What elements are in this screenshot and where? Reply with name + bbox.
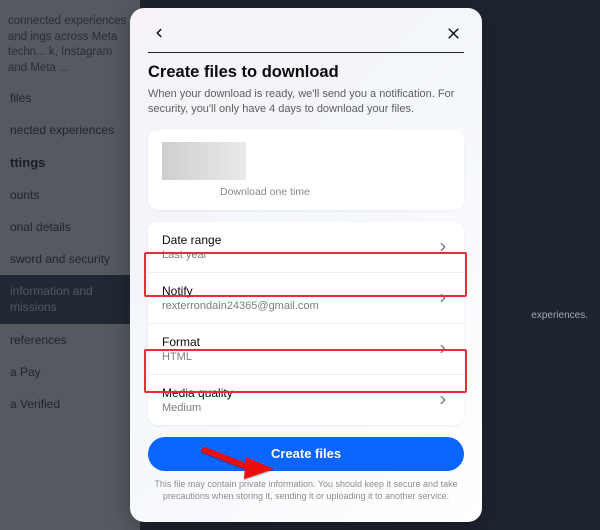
chevron-right-icon — [436, 291, 450, 305]
preview-caption: Download one time — [162, 186, 450, 198]
preview-thumbnail — [162, 142, 246, 180]
option-format[interactable]: Format HTML — [148, 323, 464, 374]
option-label: Format — [162, 335, 200, 349]
bg-right-text: experiences. — [531, 310, 588, 321]
option-value: Medium — [162, 402, 233, 414]
create-files-modal: Create files to download When your downl… — [130, 8, 482, 522]
option-value: rexterrondain24365@gmail.com — [162, 300, 319, 312]
preview-card: Download one time — [148, 130, 464, 210]
create-files-button[interactable]: Create files — [148, 437, 464, 471]
chevron-left-icon — [152, 26, 166, 40]
option-notify[interactable]: Notify rexterrondain24365@gmail.com — [148, 272, 464, 323]
option-date-range[interactable]: Date range Last year — [148, 222, 464, 272]
option-value: HTML — [162, 351, 200, 363]
footer-note: This file may contain private informatio… — [148, 478, 464, 502]
back-button[interactable] — [148, 22, 170, 44]
modal-subtitle: When your download is ready, we'll send … — [148, 87, 464, 118]
option-label: Date range — [162, 233, 221, 247]
option-label: Notify — [162, 284, 319, 298]
modal-header — [148, 22, 464, 44]
options-card: Date range Last year Notify rexterrondai… — [148, 222, 464, 425]
close-icon — [446, 26, 461, 41]
chevron-right-icon — [436, 393, 450, 407]
option-label: Media quality — [162, 386, 233, 400]
option-media-quality[interactable]: Media quality Medium — [148, 374, 464, 425]
close-button[interactable] — [442, 22, 464, 44]
option-value: Last year — [162, 249, 221, 261]
chevron-right-icon — [436, 240, 450, 254]
modal-title: Create files to download — [148, 63, 464, 82]
divider — [148, 52, 464, 53]
chevron-right-icon — [436, 342, 450, 356]
